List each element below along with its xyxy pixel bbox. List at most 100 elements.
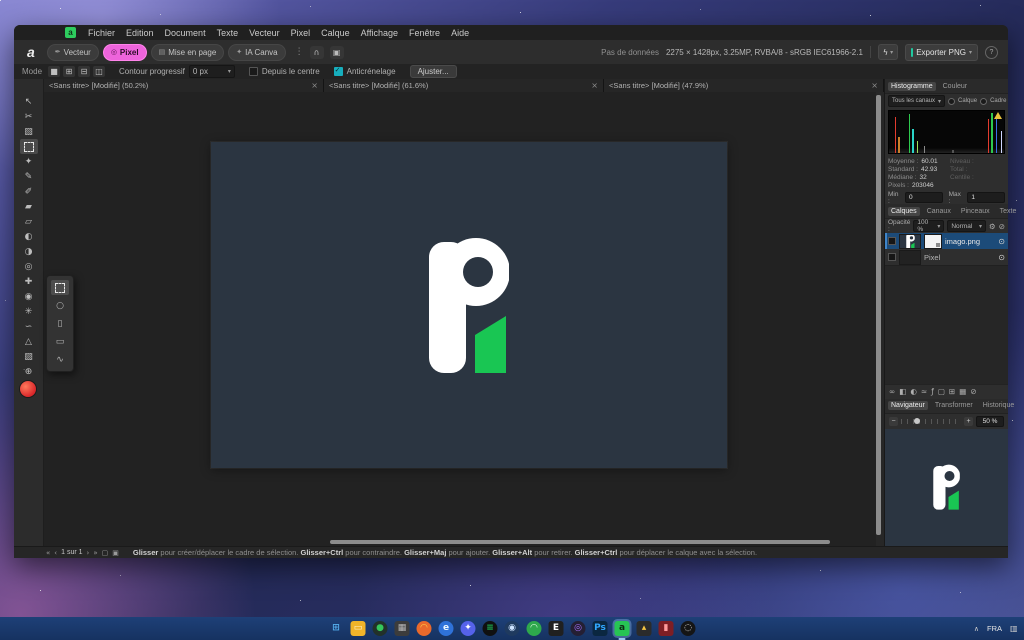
column-marquee-option[interactable]: ▯	[51, 316, 69, 331]
navigator-preview[interactable]	[885, 429, 1008, 547]
taskbar-app-gray[interactable]: ▦	[395, 621, 410, 636]
taskbar-steam[interactable]: ◉	[505, 621, 520, 636]
panel-tab[interactable]: Couleur	[940, 82, 971, 91]
hardware-acceleration-button[interactable]: ϟ ▾	[878, 44, 898, 60]
freehand-selection-option[interactable]: ∿	[51, 352, 69, 367]
healing-brush-tool[interactable]: ✚	[20, 274, 38, 289]
taskbar-xbox[interactable]: ◠	[527, 621, 542, 636]
add-selection-icon[interactable]: ⊞	[63, 66, 75, 77]
crop-tool[interactable]: ✂	[20, 109, 38, 124]
persona-pixel[interactable]: ◎ Pixel	[103, 44, 147, 61]
red-eye-tool[interactable]: ◉	[20, 289, 38, 304]
menu-item[interactable]: Fenêtre	[409, 28, 440, 38]
document-tab[interactable]: <Sans titre> [Modifié] (61.6%) ×	[324, 79, 604, 92]
layer-lock-icon[interactable]: ⊘	[999, 222, 1005, 231]
taskbar-app-red[interactable]: ▮	[659, 621, 674, 636]
first-page-icon[interactable]: «	[46, 549, 50, 557]
link-layers-icon[interactable]: ∞	[889, 387, 895, 396]
row-marquee-option[interactable]: ▭	[51, 334, 69, 349]
blemish-removal-tool[interactable]: ✳	[20, 304, 38, 319]
panel-tab[interactable]: Canaux	[924, 207, 954, 216]
panel-tab[interactable]: Navigateur	[888, 401, 928, 410]
taskbar-spotify[interactable]: ≡	[483, 621, 498, 636]
intersect-selection-icon[interactable]: ◫	[93, 66, 105, 77]
page-icon[interactable]: ▢	[102, 549, 109, 557]
layer-checkbox[interactable]	[888, 237, 896, 245]
visibility-eye-icon[interactable]: ⊙	[998, 253, 1005, 262]
min-input[interactable]: 0	[905, 192, 943, 203]
taskbar-affinity[interactable]: a	[615, 621, 630, 636]
zoom-slider[interactable]	[901, 418, 961, 425]
gradient-tool[interactable]: ▨	[20, 349, 38, 364]
document-tab[interactable]: <Sans titre> [Modifié] (50.2%) ×	[44, 79, 324, 92]
add-page-icon[interactable]: ▣	[112, 549, 119, 557]
menu-item[interactable]: Fichier	[88, 28, 115, 38]
flood-select-tool[interactable]: ✦	[20, 154, 38, 169]
persona-vecteur[interactable]: ✒ Vecteur	[47, 44, 99, 61]
next-page-icon[interactable]: ›	[87, 549, 90, 557]
visibility-eye-icon[interactable]: ⊙	[998, 237, 1005, 246]
clone-stamp-tool[interactable]: ◎	[20, 259, 38, 274]
eraser-tool[interactable]: ▱	[20, 214, 38, 229]
taskbar-discord[interactable]: ✦	[461, 621, 476, 636]
opacity-dropdown[interactable]: 100 % ▾	[913, 220, 944, 232]
panel-tab[interactable]: Histogramme	[888, 82, 936, 91]
layers-empty-area[interactable]	[885, 265, 1008, 384]
from-centre-checkbox[interactable]	[249, 67, 258, 76]
toolbar-overflow-icon[interactable]: ⋮	[295, 47, 304, 57]
snapping-icon[interactable]: ∩	[310, 46, 324, 59]
taskbar-photoshop[interactable]: Ps	[593, 621, 608, 636]
delete-layer-icon[interactable]: ⊘	[970, 387, 976, 396]
taskbar-app-green[interactable]: ●	[373, 621, 388, 636]
move-tool[interactable]: ↖	[20, 94, 38, 109]
menu-item[interactable]: Aide	[451, 28, 469, 38]
panel-tab[interactable]: Calques	[888, 207, 920, 216]
panel-tab[interactable]: Transformer	[932, 401, 976, 410]
feather-dropdown[interactable]: 0 px ▾	[189, 65, 235, 78]
close-icon[interactable]: ×	[591, 81, 598, 90]
persona-mise-en-page[interactable]: ▤ Mise en page	[151, 44, 225, 61]
insert-target-icon[interactable]: ▣	[330, 46, 344, 59]
export-png-button[interactable]: Exporter PNG ▾	[905, 44, 978, 61]
new-selection-icon[interactable]: ■	[48, 66, 60, 77]
layer-row[interactable]: imago.png ⊙	[885, 233, 1008, 249]
menu-item[interactable]: Pixel	[291, 28, 311, 38]
vertical-scrollbar[interactable]	[876, 95, 881, 535]
blend-mode-dropdown[interactable]: Normal ▾	[947, 220, 986, 232]
panel-tab[interactable]: Pinceaux	[958, 207, 993, 216]
zoom-out-button[interactable]: −	[889, 417, 898, 426]
taskbar-app-yellow[interactable]: ▴	[637, 621, 652, 636]
layer-row[interactable]: Pixel ⊙	[885, 249, 1008, 265]
taskbar-obs[interactable]: ◎	[571, 621, 586, 636]
pencil-tool[interactable]: ✎	[20, 169, 38, 184]
zoom-slider-thumb[interactable]	[914, 418, 920, 424]
document-tab[interactable]: <Sans titre> [Modifié] (47.9%) ×	[604, 79, 884, 92]
more-tools-indicator[interactable]: ...	[23, 363, 33, 372]
language-indicator[interactable]: FRA	[987, 624, 1002, 633]
selection-brush-tool[interactable]: ▧	[20, 124, 38, 139]
add-layer-icon[interactable]: ▦	[959, 387, 966, 396]
document-artboard[interactable]	[211, 142, 727, 468]
selection-radio[interactable]	[980, 98, 987, 105]
burn-tool[interactable]: ◑	[20, 244, 38, 259]
menu-item[interactable]: Edition	[126, 28, 154, 38]
close-icon[interactable]: ×	[311, 81, 318, 90]
add-pixel-layer-icon[interactable]: ⊞	[949, 387, 955, 396]
refine-button[interactable]: Ajuster...	[410, 65, 457, 78]
help-icon[interactable]: ?	[985, 46, 998, 59]
persona-ia-canva[interactable]: ✦ IA Canva	[228, 44, 285, 61]
taskbar-gog[interactable]: ◌	[681, 621, 696, 636]
menu-item[interactable]: Calque	[321, 28, 350, 38]
taskbar-epic-games[interactable]: E	[549, 621, 564, 636]
tray-chevron-icon[interactable]: ∧	[974, 625, 979, 633]
group-layers-icon[interactable]: ▢	[938, 387, 945, 396]
horizontal-scrollbar[interactable]	[330, 540, 830, 544]
close-icon[interactable]: ×	[871, 81, 878, 90]
taskbar-firefox[interactable]: ◠	[417, 621, 432, 636]
subtract-selection-icon[interactable]: ⊟	[78, 66, 90, 77]
smudge-tool[interactable]: ∽	[20, 319, 38, 334]
dodge-tool[interactable]: ◐	[20, 229, 38, 244]
menu-item[interactable]: Texte	[217, 28, 239, 38]
panel-tab[interactable]: Texte	[997, 207, 1020, 216]
layer-effects-icon[interactable]: ƒ	[931, 387, 934, 396]
